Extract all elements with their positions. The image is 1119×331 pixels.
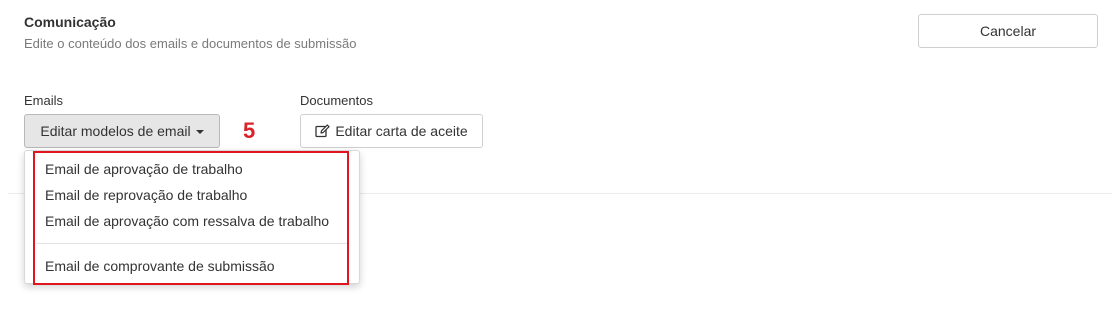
menu-divider (37, 243, 349, 244)
documents-label: Documentos (300, 93, 373, 108)
menu-item-rejection-email[interactable]: Email de reprovação de trabalho (45, 187, 247, 203)
section-subtitle: Edite o conteúdo dos emails e documentos… (24, 36, 357, 51)
section-title: Comunicação (24, 14, 116, 30)
edit-icon (315, 124, 330, 138)
edit-email-templates-dropdown[interactable]: Editar modelos de email (24, 114, 220, 148)
email-templates-menu: Email de aprovação de trabalho Email de … (24, 150, 360, 284)
step-number-annotation: 5 (243, 118, 256, 143)
menu-item-submission-receipt-email[interactable]: Email de comprovante de submissão (45, 258, 275, 274)
cancel-button[interactable]: Cancelar (918, 14, 1098, 48)
emails-label: Emails (24, 93, 64, 108)
edit-acceptance-letter-label: Editar carta de aceite (335, 123, 468, 139)
caret-down-icon (195, 129, 204, 134)
communication-panel: Comunicação Edite o conteúdo dos emails … (0, 0, 1119, 331)
edit-email-templates-label: Editar modelos de email (40, 123, 191, 139)
menu-item-approval-email[interactable]: Email de aprovação de trabalho (45, 161, 243, 177)
edit-acceptance-letter-button[interactable]: Editar carta de aceite (300, 114, 483, 148)
menu-item-conditional-approval-email[interactable]: Email de aprovação com ressalva de traba… (45, 213, 329, 229)
